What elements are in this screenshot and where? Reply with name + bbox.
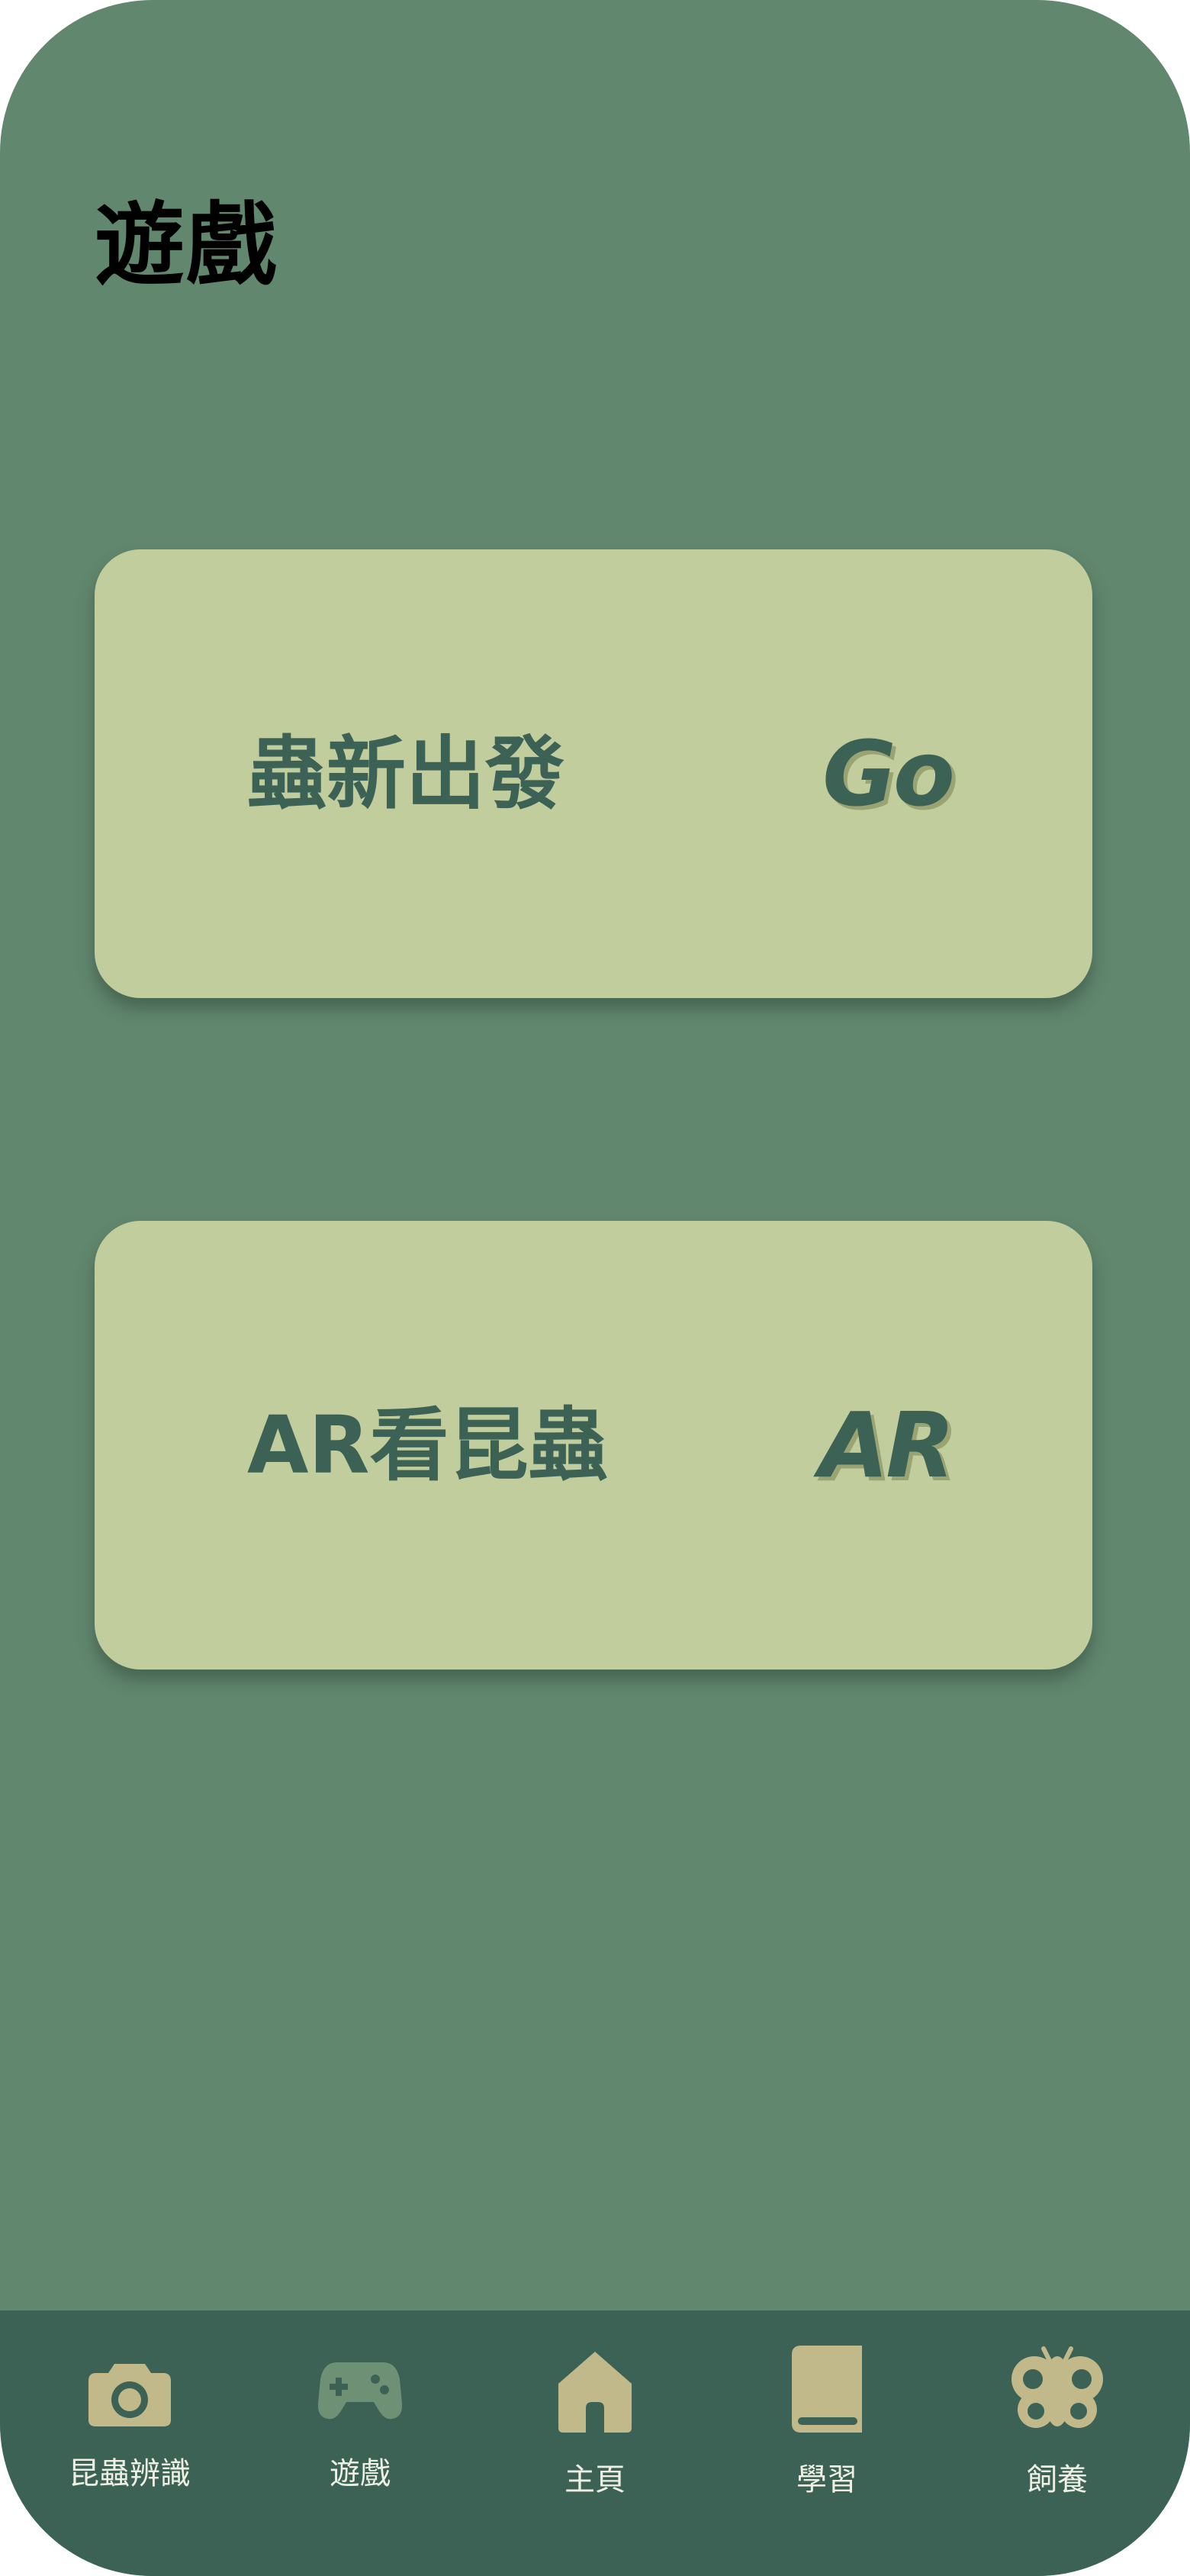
tab-label: 學習 xyxy=(796,2462,857,2497)
tab-games[interactable]: 遊戲 xyxy=(241,2310,479,2539)
camera-icon xyxy=(88,2364,171,2426)
card-label: AR看昆蟲 xyxy=(247,1399,608,1492)
tab-label: 飼養 xyxy=(1027,2462,1088,2497)
card-tag-go: Go xyxy=(822,721,955,826)
game-card-new-journey[interactable]: 蟲新出發 Go xyxy=(95,549,1092,998)
tab-learning[interactable]: 學習 xyxy=(708,2310,946,2539)
tab-label: 昆蟲辨識 xyxy=(69,2456,191,2491)
butterfly-icon xyxy=(1011,2346,1103,2428)
app-screen: 遊戲 蟲新出發 Go AR看昆蟲 AR 昆蟲辨識 遊戲 主頁 學習 飼養 xyxy=(0,0,1190,2576)
card-label: 蟲新出發 xyxy=(247,727,565,820)
tab-raising[interactable]: 飼養 xyxy=(938,2310,1176,2539)
tab-insect-identification[interactable]: 昆蟲辨識 xyxy=(11,2310,249,2539)
tab-label: 主頁 xyxy=(564,2462,626,2497)
card-tag-ar: AR xyxy=(819,1393,955,1498)
bottom-tab-bar: 昆蟲辨識 遊戲 主頁 學習 飼養 xyxy=(0,2310,1190,2576)
tab-label: 遊戲 xyxy=(330,2456,391,2491)
tab-home[interactable]: 主頁 xyxy=(476,2310,714,2539)
home-icon xyxy=(558,2352,632,2433)
game-card-ar-insects[interactable]: AR看昆蟲 AR xyxy=(95,1221,1092,1670)
book-icon xyxy=(792,2346,862,2433)
page-title: 遊戲 xyxy=(95,192,278,298)
gamepad-icon xyxy=(317,2362,403,2420)
